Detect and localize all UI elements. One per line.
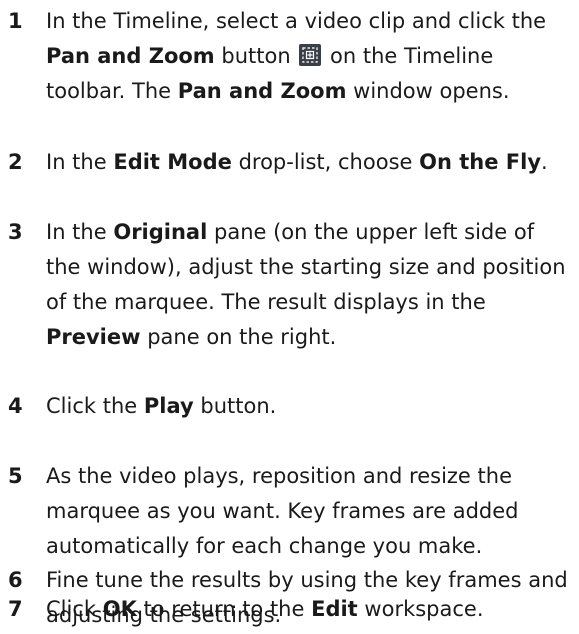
ui-term-pan-and-zoom: Pan and Zoom	[46, 44, 215, 68]
step-number: 2	[8, 150, 23, 174]
step-text-part: Click	[46, 597, 97, 621]
step-number: 1	[8, 9, 23, 33]
step-number: 5	[8, 464, 23, 488]
ui-term-play: Play	[143, 394, 194, 418]
step-text-part: pane on the right.	[147, 325, 337, 349]
step-text: In the Timeline, select a video clip and…	[46, 4, 574, 109]
step-text-part: Click the	[46, 394, 138, 418]
ui-term-preview: Preview	[46, 325, 141, 349]
ui-term-on-the-fly: On the Fly	[419, 150, 542, 174]
ui-term-ok: OK	[102, 597, 137, 621]
step-number: 3	[8, 220, 23, 244]
step-text-part: to return to the	[143, 597, 305, 621]
ui-term-pan-and-zoom: Pan and Zoom	[177, 79, 347, 103]
step-text-part: button	[221, 44, 291, 68]
step-text-part: workspace.	[364, 597, 484, 621]
step-text: As the video plays, reposition and resiz…	[46, 464, 519, 558]
step-text-part: on the Timeline	[330, 44, 494, 68]
step-text-part: drop-list, choose	[238, 150, 413, 174]
instruction-steps: 1 In the Timeline, select a video clip a…	[0, 0, 579, 634]
step-text: In the Original pane (on the upper left …	[46, 215, 574, 355]
ui-term-edit-mode: Edit Mode	[113, 150, 232, 174]
step-text-part: toolbar. The	[46, 79, 172, 103]
pan-zoom-icon	[299, 44, 322, 66]
step-text-part: window opens.	[353, 79, 510, 103]
ui-term-edit: Edit	[311, 597, 358, 621]
step-text-part: In the Timeline, select a video clip and…	[46, 9, 547, 33]
step-text: Click the Play button.	[46, 389, 574, 424]
ui-term-original: Original	[113, 220, 208, 244]
step-number: 7	[8, 597, 23, 621]
step-text-part: .	[541, 150, 548, 174]
step-text-part: In the	[46, 220, 107, 244]
step-text: In the Edit Mode drop-list, choose On th…	[46, 145, 574, 180]
step-text-part: button.	[200, 394, 277, 418]
step-text-part: In the	[46, 150, 107, 174]
step-text: Click OK to return to the Edit workspace…	[46, 592, 574, 627]
step-number: 4	[8, 394, 23, 418]
